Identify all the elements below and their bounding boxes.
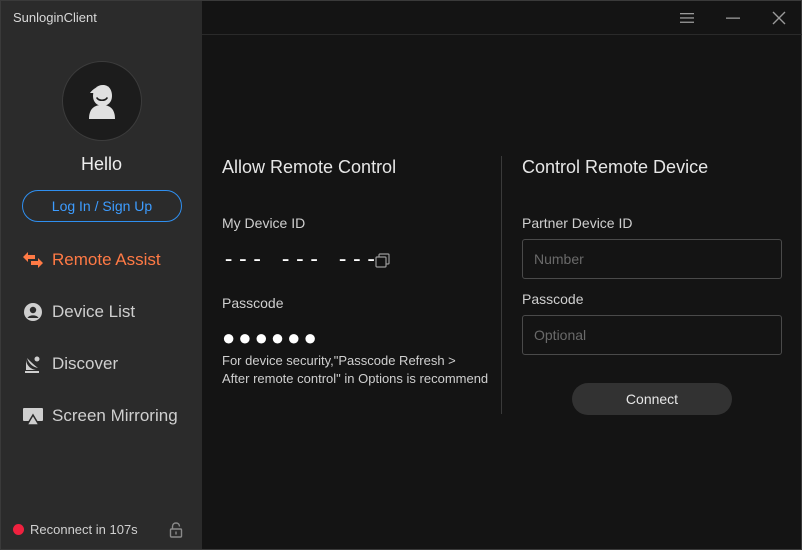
- device-list-icon: [22, 301, 44, 323]
- allow-remote-control-title: Allow Remote Control: [222, 157, 397, 177]
- status-dot-icon: [13, 524, 24, 535]
- login-signup-button[interactable]: Log In / Sign Up: [22, 190, 182, 222]
- connection-status: Reconnect in 107s: [13, 522, 138, 537]
- partner-device-id-input[interactable]: [522, 239, 782, 279]
- discover-icon: [22, 353, 44, 375]
- sidebar-item-label: Discover: [52, 354, 119, 373]
- minimize-button[interactable]: [721, 7, 745, 29]
- greeting: Hello: [80, 154, 123, 174]
- app-title: SunloginClient: [13, 10, 97, 25]
- copy-icon[interactable]: [375, 253, 390, 268]
- menu-button[interactable]: [675, 7, 699, 29]
- app-window: SunloginClient Hello Log In / Sign Up Re…: [0, 0, 802, 550]
- security-note-line: After remote control" in Options is reco…: [222, 371, 489, 386]
- section-divider: [501, 156, 502, 414]
- sidebar-item-label: Remote Assist: [52, 250, 161, 269]
- my-device-id-label: My Device ID: [222, 215, 306, 231]
- screen-mirroring-icon: [22, 405, 44, 427]
- close-button[interactable]: [767, 7, 791, 29]
- user-avatar-icon: [89, 85, 115, 119]
- menu-icon: [680, 13, 694, 23]
- partner-passcode-input[interactable]: [522, 315, 782, 355]
- remote-assist-icon: [22, 249, 44, 271]
- lock-icon[interactable]: [169, 522, 183, 538]
- minimize-icon: [726, 17, 740, 19]
- my-passcode-value: ●●●●●●: [222, 325, 320, 350]
- partner-device-id-label: Partner Device ID: [522, 215, 633, 231]
- sidebar-item-label: Screen Mirroring: [52, 406, 178, 425]
- sidebar-item-remote-assist[interactable]: Remote Assist: [22, 245, 161, 275]
- sidebar-item-discover[interactable]: Discover: [22, 349, 118, 379]
- close-icon: [772, 11, 786, 25]
- security-note: For device security,"Passcode Refresh > …: [222, 352, 502, 388]
- sidebar-item-device-list[interactable]: Device List: [22, 297, 135, 327]
- my-device-id-value: --- --- ---: [222, 247, 379, 272]
- control-remote-device-title: Control Remote Device: [522, 157, 709, 177]
- avatar[interactable]: [62, 61, 142, 141]
- titlebar-divider: [202, 34, 802, 35]
- partner-passcode-label: Passcode: [522, 291, 584, 307]
- connect-button[interactable]: Connect: [572, 383, 732, 415]
- sidebar-item-screen-mirroring[interactable]: Screen Mirroring: [22, 401, 178, 431]
- sidebar-item-label: Device List: [52, 302, 136, 321]
- sidebar: SunloginClient Hello Log In / Sign Up Re…: [1, 1, 202, 549]
- my-passcode-label: Passcode: [222, 295, 284, 311]
- status-text: Reconnect in 107s: [30, 522, 138, 537]
- security-note-line: For device security,"Passcode Refresh >: [222, 353, 456, 368]
